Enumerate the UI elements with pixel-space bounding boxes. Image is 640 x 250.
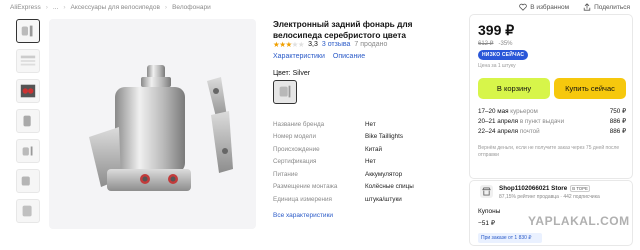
lamp-thumbnail-image bbox=[20, 84, 36, 98]
lamp-thumbnail-image bbox=[21, 25, 33, 37]
thumbnail-strip bbox=[16, 19, 40, 229]
thumbnail-2[interactable] bbox=[16, 49, 40, 73]
delivery-date: 22–24 апреля bbox=[478, 127, 519, 135]
spec-value: штука/штуки bbox=[365, 195, 402, 203]
reviews-link[interactable]: 3 отзыва bbox=[322, 41, 351, 48]
silver-swatch-image bbox=[279, 85, 291, 98]
share-button[interactable]: Поделиться bbox=[583, 3, 630, 11]
rating-stars-icon: ★★★★★ bbox=[273, 40, 305, 49]
breadcrumb-home[interactable]: AliExpress bbox=[10, 4, 41, 11]
buy-now-button[interactable]: Купить сейчас bbox=[554, 78, 626, 99]
delivery-date: 20–21 апреля bbox=[478, 117, 519, 125]
thumbnail-1[interactable] bbox=[16, 19, 40, 43]
spec-row: Название бренда Нет bbox=[273, 118, 458, 131]
breadcrumb-separator-icon: › bbox=[164, 4, 168, 11]
spec-key: Размещение монтажа bbox=[273, 183, 338, 191]
spec-value: Китай bbox=[365, 145, 383, 153]
thumbnail-5[interactable] bbox=[16, 139, 40, 163]
breadcrumb: AliExpress › ... › Аксессуары для велоси… bbox=[10, 4, 211, 11]
spec-value: Bike Taillights bbox=[365, 133, 404, 141]
heart-icon bbox=[519, 3, 527, 11]
add-to-cart-button[interactable]: В корзину bbox=[478, 78, 550, 99]
breadcrumb-separator-icon: › bbox=[63, 4, 66, 11]
delivery-price: 886 ₽ bbox=[609, 117, 626, 125]
color-label: Цвет: Silver bbox=[273, 70, 311, 77]
discount: -35% bbox=[498, 41, 513, 47]
spec-row: Сертификация Нет bbox=[273, 156, 458, 169]
product-tabs: Характеристики Описание bbox=[273, 53, 365, 60]
top-actions: В избранном Поделиться bbox=[519, 3, 630, 11]
delivery-method: почтой bbox=[519, 127, 540, 135]
coupons-label: Купоны bbox=[478, 208, 501, 215]
spec-key: Номер модели bbox=[273, 133, 316, 141]
favorite-button[interactable]: В избранном bbox=[519, 3, 569, 11]
breadcrumb-ellipsis[interactable]: ... bbox=[53, 4, 58, 11]
spec-key: Название бренда bbox=[273, 120, 325, 128]
delivery-row[interactable]: 22–24 апреля почтой 886 ₽ bbox=[478, 126, 626, 136]
old-price: 612 ₽ bbox=[478, 41, 494, 47]
delivery-row[interactable]: 17–20 мая курьером 750 ₽ bbox=[478, 106, 626, 116]
unit-price-note: Цена за 1 штуку bbox=[478, 63, 516, 69]
sold-count: 7 продано bbox=[354, 41, 388, 48]
delivery-options: 17–20 мая курьером 750 ₽ 20–21 апреля в п… bbox=[478, 106, 626, 136]
current-price: 399 ₽ bbox=[478, 22, 515, 38]
thumbnail-7[interactable] bbox=[16, 199, 40, 223]
favorite-label: В избранном bbox=[530, 3, 570, 11]
tab-specifications[interactable]: Характеристики bbox=[273, 53, 325, 60]
spec-value: Аккумулятор bbox=[365, 170, 403, 178]
delivery-method: в пункт выдачи bbox=[519, 117, 565, 125]
store-name-row[interactable]: Shop1102066021 Store В ТОРЕ bbox=[499, 185, 590, 192]
breadcrumb-subcategory[interactable]: Велофонари bbox=[172, 4, 211, 11]
store-icon bbox=[480, 185, 493, 198]
lamp-thumbnail-image bbox=[23, 115, 31, 127]
delivery-price: 750 ₽ bbox=[609, 107, 626, 115]
share-label: Поделиться bbox=[594, 3, 630, 11]
spec-row: Происхождение Китай bbox=[273, 143, 458, 156]
specs-table: Название бренда Нет Номер модели Bike Tail… bbox=[273, 118, 458, 206]
thumbnail-3[interactable] bbox=[16, 79, 40, 103]
old-price-row: 612 ₽ -35% bbox=[478, 40, 513, 47]
all-specs-link[interactable]: Все характеристики bbox=[273, 212, 333, 219]
spec-key: Происхождение bbox=[273, 145, 320, 153]
delivery-price: 886 ₽ bbox=[609, 127, 626, 135]
delivery-row[interactable]: 20–21 апреля в пункт выдачи 886 ₽ bbox=[478, 116, 626, 126]
coupon-value[interactable]: −51 ₽ bbox=[478, 219, 495, 227]
spec-value: Нет bbox=[365, 120, 376, 128]
store-tag: В ТОРЕ bbox=[570, 185, 590, 192]
coupon-condition: При заказе от 1 830 ₽ bbox=[478, 233, 542, 243]
return-policy-note: Вернём деньги, если не получите заказ че… bbox=[478, 145, 620, 158]
rating-row: ★★★★★ 3,3 3 отзыва 7 продано bbox=[273, 40, 387, 49]
lamp-thumbnail-image bbox=[21, 176, 30, 186]
lamp-thumbnail-image bbox=[22, 205, 32, 217]
main-product-image[interactable] bbox=[49, 19, 256, 229]
low-price-badge: НИЗКО СЕЙЧАС bbox=[478, 50, 529, 60]
bike-dynamo-light-image bbox=[89, 65, 233, 191]
store-name[interactable]: Shop1102066021 Store bbox=[499, 185, 567, 192]
lamp-thumbnail-image bbox=[20, 55, 36, 66]
spec-value: Нет bbox=[365, 158, 376, 166]
spec-row: Номер модели Bike Taillights bbox=[273, 131, 458, 144]
breadcrumb-category[interactable]: Аксессуары для велосипедов bbox=[70, 4, 159, 11]
product-title: Электронный задний фонарь для велосипеда… bbox=[273, 19, 413, 40]
color-swatch-silver[interactable] bbox=[273, 80, 297, 104]
lamp-thumbnail-image bbox=[22, 146, 33, 156]
spec-row: Единица измерения штука/штуки bbox=[273, 193, 458, 206]
delivery-method: курьером bbox=[510, 107, 538, 115]
share-icon bbox=[583, 3, 591, 11]
store-stats: 87,15% рейтинг продавца · 442 подписчика bbox=[499, 194, 600, 200]
spec-value: Колёсные спицы bbox=[365, 183, 414, 191]
breadcrumb-separator-icon: › bbox=[45, 4, 48, 11]
spec-row: Питание Аккумулятор bbox=[273, 168, 458, 181]
spec-key: Сертификация bbox=[273, 158, 317, 166]
watermark: YAPLAKAL.COM bbox=[528, 214, 630, 228]
thumbnail-4[interactable] bbox=[16, 109, 40, 133]
spec-key: Питание bbox=[273, 170, 298, 178]
rating-value: 3,3 bbox=[308, 41, 318, 48]
thumbnail-6[interactable] bbox=[16, 169, 40, 193]
tab-description[interactable]: Описание bbox=[333, 53, 365, 60]
delivery-date: 17–20 мая bbox=[478, 107, 509, 115]
spec-row: Размещение монтажа Колёсные спицы bbox=[273, 181, 458, 194]
spec-key: Единица измерения bbox=[273, 195, 332, 203]
